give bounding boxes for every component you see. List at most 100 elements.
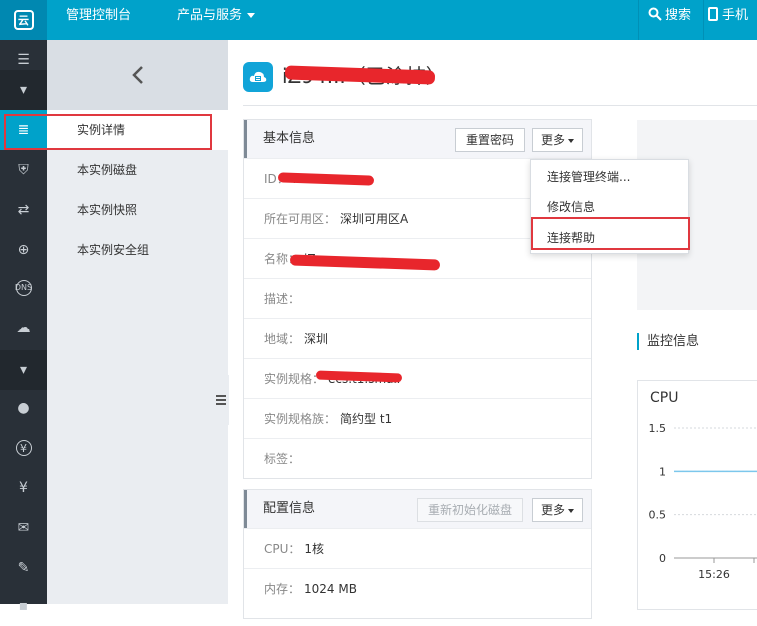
money-bag-icon: ¥ xyxy=(19,480,28,496)
cloud-logo-icon: 云 xyxy=(13,10,34,30)
row-value: 1核 xyxy=(304,542,325,556)
yen-icon: ¥ xyxy=(15,440,32,456)
config-row-memory: 内存： 1024 MB xyxy=(244,568,591,608)
console-link[interactable]: 管理控制台 xyxy=(66,0,131,40)
rail-item-domain[interactable]: ⊕ xyxy=(0,230,47,270)
pencil-icon: ✎ xyxy=(17,560,30,576)
search-button[interactable]: 搜索 xyxy=(648,0,691,40)
panel-title: 基本信息 xyxy=(263,131,316,146)
row-label: 地域： xyxy=(264,332,301,346)
reset-password-button[interactable]: 重置密码 xyxy=(455,128,526,152)
rail-item-billing[interactable]: ¥ xyxy=(0,428,47,468)
rail-collapse-group-2[interactable]: ▾ xyxy=(0,350,47,390)
caret-down-icon: ▾ xyxy=(19,362,28,378)
rail-item-edit[interactable]: ✎ xyxy=(0,548,47,588)
rail-item-messages[interactable]: ✉ xyxy=(0,508,47,548)
subnav-item-disks[interactable]: 本实例磁盘 xyxy=(47,150,228,190)
row-label: CPU： xyxy=(264,542,301,556)
reinit-disk-button[interactable]: 重新初始化磁盘 xyxy=(417,498,524,522)
network-icon: ⇄ xyxy=(17,202,30,218)
menu-item-connect-terminal[interactable]: 连接管理终端... xyxy=(531,162,688,192)
info-row-spec-family: 实例规格族： 简约型 t1 xyxy=(244,398,591,438)
chevron-down-icon xyxy=(247,13,256,18)
products-label: 产品与服务 xyxy=(177,8,243,23)
mail-icon: ✉ xyxy=(17,520,30,536)
config-more-button[interactable]: 更多 xyxy=(532,498,584,522)
more-button[interactable]: 更多 xyxy=(532,128,584,152)
subnav-item-label: 本实例快照 xyxy=(77,203,138,217)
subnav-item-security-group[interactable]: 本实例安全组 xyxy=(47,230,228,270)
menu-item-connect-help[interactable]: 连接帮助 xyxy=(531,223,688,253)
panel-header: 配置信息 重新初始化磁盘 更多 xyxy=(244,490,591,528)
menu-icon: ☰ xyxy=(17,52,30,68)
subnav-item-label: 本实例磁盘 xyxy=(77,163,138,177)
back-button[interactable] xyxy=(47,40,228,110)
subnav-item-label: 本实例安全组 xyxy=(77,243,150,257)
panel-title: 配置信息 xyxy=(263,501,316,516)
cloud-server-icon xyxy=(249,71,267,82)
subnav-item-label: 实例详情 xyxy=(77,123,126,137)
divider xyxy=(703,0,704,40)
row-label: 内存： xyxy=(264,582,301,596)
server-icon: ≣ xyxy=(17,122,30,138)
rail-item-account[interactable]: ● xyxy=(0,388,47,428)
rail-item-ecs[interactable]: ≣ xyxy=(0,110,47,150)
rail-collapse-group[interactable]: ▾ xyxy=(0,70,47,110)
user-icon: ● xyxy=(17,400,30,416)
rail-item-network[interactable]: ⇄ xyxy=(0,190,47,230)
search-icon xyxy=(648,7,662,21)
rail-item-finance[interactable]: ¥ xyxy=(0,468,47,508)
panel-collapse-handle[interactable] xyxy=(212,375,229,425)
panel-header: 基本信息 重置密码 更多 xyxy=(244,120,591,158)
y-tick-label: 1 xyxy=(659,465,666,478)
row-label: 实例规格： xyxy=(264,372,325,386)
phone-label: 手机 xyxy=(722,8,749,23)
info-row-tags: 标签： xyxy=(244,438,591,478)
y-tick-label: 1.5 xyxy=(649,422,667,435)
subnav-item-instance-detail[interactable]: 实例详情 xyxy=(47,110,228,150)
caret-down-icon xyxy=(568,508,575,513)
icon-rail: ☰ ▾ ≣ ⛨ ⇄ ⊕ DNS ☁ ▾ ● ¥ ¥ ✉ ✎ ▪ xyxy=(0,40,47,613)
search-label: 搜索 xyxy=(665,8,692,23)
row-value: 深圳可用区A xyxy=(340,212,409,226)
info-row-spec: 实例规格：ecs.t1.small xyxy=(244,358,591,398)
row-value: 1024 MB xyxy=(304,582,357,596)
list-toggle-icon xyxy=(215,395,226,405)
cpu-chart-plot: 1.5 1 0.5 0 15:26 xyxy=(649,422,757,581)
rail-item-security[interactable]: ⛨ xyxy=(0,150,47,190)
x-tick-label: 15:26 xyxy=(698,568,730,581)
info-row-region: 地域： 深圳 xyxy=(244,318,591,358)
menu-item-modify-info[interactable]: 修改信息 xyxy=(531,192,688,222)
more-dropdown-menu: 连接管理终端... 修改信息 连接帮助 xyxy=(530,159,689,254)
products-menu[interactable]: 产品与服务 xyxy=(177,0,256,40)
rail-item-cloud[interactable]: ☁ xyxy=(0,308,47,348)
config-info-panel: 配置信息 重新初始化磁盘 更多 CPU： 1核 内存： 1024 MB xyxy=(243,489,592,619)
monitor-section-title: 监控信息 xyxy=(637,333,699,350)
row-label: 描述： xyxy=(264,292,301,306)
caret-down-icon: ▾ xyxy=(19,82,28,98)
row-label: 所在可用区： xyxy=(264,212,337,226)
y-tick-label: 0.5 xyxy=(649,509,667,522)
secondary-nav: 实例详情 本实例磁盘 本实例快照 本实例安全组 xyxy=(47,40,228,604)
phone-button[interactable]: 手机 xyxy=(708,0,748,40)
more-icon: ▪ xyxy=(18,598,29,614)
row-value: 简约型 t1 xyxy=(340,412,393,426)
config-row-cpu: CPU： 1核 xyxy=(244,528,591,568)
divider xyxy=(243,105,757,106)
cpu-chart: CPU 1.5 1 0.5 0 15:26 xyxy=(637,380,757,610)
row-label: 实例规格族： xyxy=(264,412,337,426)
caret-down-icon xyxy=(568,138,575,143)
y-tick-label: 0 xyxy=(659,552,666,565)
top-bar: 云 管理控制台 产品与服务 搜索 手机 xyxy=(0,0,757,40)
row-label: 标签： xyxy=(264,452,301,466)
phone-icon xyxy=(708,7,718,21)
logo[interactable]: 云 xyxy=(0,0,47,40)
rail-item-more[interactable]: ▪ xyxy=(0,586,47,626)
row-value: 深圳 xyxy=(304,332,329,346)
shield-icon: ⛨ xyxy=(18,162,29,178)
subnav-item-snapshots[interactable]: 本实例快照 xyxy=(47,190,228,230)
instance-icon xyxy=(243,62,273,92)
rail-item-dns[interactable]: DNS xyxy=(0,268,47,308)
divider xyxy=(638,0,639,40)
console-label: 管理控制台 xyxy=(66,8,132,23)
